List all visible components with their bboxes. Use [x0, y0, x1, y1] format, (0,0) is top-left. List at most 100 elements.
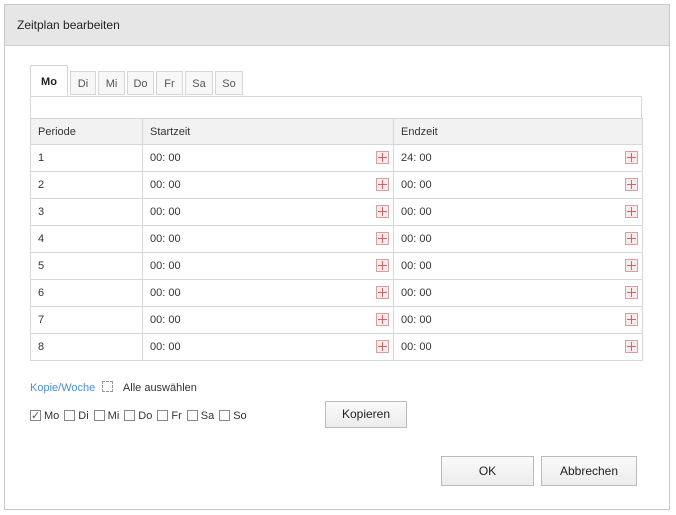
period-cell: 7 [30, 306, 143, 334]
calendar-icon[interactable] [625, 286, 638, 299]
table-header-row: Periode Startzeit Endzeit [30, 118, 643, 145]
copy-day-mo[interactable]: Mo [30, 407, 60, 425]
start-time-field[interactable]: 00: 00 [142, 306, 394, 334]
table-row: 7 00: 00 00: 00 [30, 306, 643, 334]
copy-day-di[interactable]: Di [64, 409, 89, 422]
day-checkbox[interactable] [186, 409, 198, 421]
period-cell: 5 [30, 252, 143, 280]
start-time-field[interactable]: 00: 00 [142, 252, 394, 280]
start-time-field[interactable]: 00: 00 [142, 279, 394, 307]
end-time-field[interactable]: 00: 00 [393, 198, 643, 226]
start-time-field[interactable]: 00: 00 [142, 333, 394, 361]
period-cell: 8 [30, 333, 143, 361]
copy-day-fr[interactable]: Fr [157, 409, 182, 422]
end-time-field[interactable]: 00: 00 [393, 225, 643, 253]
end-time-field[interactable]: 00: 00 [393, 171, 643, 199]
ok-button[interactable]: OK [441, 456, 534, 486]
end-time-value: 00: 00 [401, 314, 432, 326]
start-time-value: 00: 00 [150, 152, 181, 164]
end-time-value: 00: 00 [401, 287, 432, 299]
start-time-field[interactable]: 00: 00 [142, 144, 394, 172]
calendar-icon[interactable] [376, 259, 389, 272]
select-all-label: Alle auswählen [122, 382, 197, 394]
day-checkbox-label: So [233, 410, 247, 422]
period-cell: 3 [30, 198, 143, 226]
day-checkbox[interactable] [64, 409, 76, 421]
start-time-field[interactable]: 00: 00 [142, 198, 394, 226]
calendar-icon[interactable] [376, 340, 389, 353]
start-time-field[interactable]: 00: 00 [142, 171, 394, 199]
tab-sa[interactable]: Sa [185, 71, 213, 95]
end-time-field[interactable]: 00: 00 [393, 252, 643, 280]
period-cell: 2 [30, 171, 143, 199]
tab-fr[interactable]: Fr [156, 71, 183, 95]
start-time-value: 00: 00 [150, 233, 181, 245]
calendar-icon[interactable] [625, 340, 638, 353]
day-checkbox[interactable] [157, 409, 169, 421]
day-checkbox[interactable] [93, 409, 105, 421]
end-time-value: 00: 00 [401, 233, 432, 245]
cancel-button[interactable]: Abbrechen [541, 456, 637, 486]
table-row: 5 00: 00 00: 00 [30, 252, 643, 280]
end-time-field[interactable]: 00: 00 [393, 306, 643, 334]
dialog-title: Zeitplan bearbeiten [17, 18, 120, 32]
calendar-icon[interactable] [625, 151, 638, 164]
calendar-icon[interactable] [376, 232, 389, 245]
calendar-icon[interactable] [376, 205, 389, 218]
calendar-icon[interactable] [376, 178, 389, 191]
tab-so[interactable]: So [215, 71, 243, 95]
period-cell: 6 [30, 279, 143, 307]
start-time-field[interactable]: 00: 00 [142, 225, 394, 253]
end-time-field[interactable]: 00: 00 [393, 333, 643, 361]
start-time-value: 00: 00 [150, 206, 181, 218]
table-row: 1 00: 00 24: 00 [30, 144, 643, 172]
day-checkbox-label: Di [78, 410, 89, 422]
tab-di[interactable]: Di [70, 71, 96, 95]
copy-day-mi[interactable]: Mi [93, 409, 120, 422]
table-row: 8 00: 00 00: 00 [30, 333, 643, 361]
tab-do[interactable]: Do [127, 71, 154, 95]
start-time-value: 00: 00 [150, 341, 181, 353]
tab-mi[interactable]: Mi [98, 71, 125, 95]
copy-week-link[interactable]: Kopie/Woche [30, 382, 95, 394]
tab-panel-top [30, 96, 642, 118]
day-checkbox-label: Mo [44, 410, 60, 422]
start-time-value: 00: 00 [150, 179, 181, 191]
day-checkbox-label: Sa [200, 410, 215, 422]
start-time-value: 00: 00 [150, 260, 181, 272]
calendar-icon[interactable] [625, 313, 638, 326]
tab-mo[interactable]: Mo [30, 65, 68, 97]
start-time-value: 00: 00 [150, 314, 181, 326]
day-checkbox-label: Fr [171, 410, 182, 422]
column-header-period: Periode [30, 118, 143, 145]
dialog-titlebar: Zeitplan bearbeiten [5, 5, 669, 46]
day-checkbox[interactable] [30, 407, 41, 425]
calendar-icon[interactable] [376, 286, 389, 299]
end-time-value: 00: 00 [401, 206, 432, 218]
copy-day-sa[interactable]: Sa [186, 409, 215, 422]
calendar-icon[interactable] [625, 178, 638, 191]
copy-days-row: Mo Di Mi Do Fr Sa So [30, 407, 252, 425]
day-checkbox[interactable] [124, 409, 136, 421]
calendar-icon[interactable] [376, 313, 389, 326]
table-row: 2 00: 00 00: 00 [30, 171, 643, 199]
table-row: 6 00: 00 00: 00 [30, 279, 643, 307]
end-time-value: 24: 00 [401, 152, 432, 164]
period-cell: 4 [30, 225, 143, 253]
end-time-field[interactable]: 24: 00 [393, 144, 643, 172]
day-checkbox-label: Mi [107, 410, 120, 422]
copy-day-so[interactable]: So [219, 409, 247, 422]
calendar-icon[interactable] [625, 259, 638, 272]
calendar-icon[interactable] [376, 151, 389, 164]
select-all-checkbox[interactable] [101, 381, 113, 393]
end-time-value: 00: 00 [401, 179, 432, 191]
end-time-field[interactable]: 00: 00 [393, 279, 643, 307]
copy-day-do[interactable]: Do [124, 409, 152, 422]
copy-week-row: Kopie/Woche Alle auswählen [30, 378, 197, 396]
table-row: 4 00: 00 00: 00 [30, 225, 643, 253]
end-time-value: 00: 00 [401, 341, 432, 353]
day-checkbox[interactable] [219, 409, 231, 421]
calendar-icon[interactable] [625, 232, 638, 245]
calendar-icon[interactable] [625, 205, 638, 218]
copy-button[interactable]: Kopieren [325, 401, 407, 428]
